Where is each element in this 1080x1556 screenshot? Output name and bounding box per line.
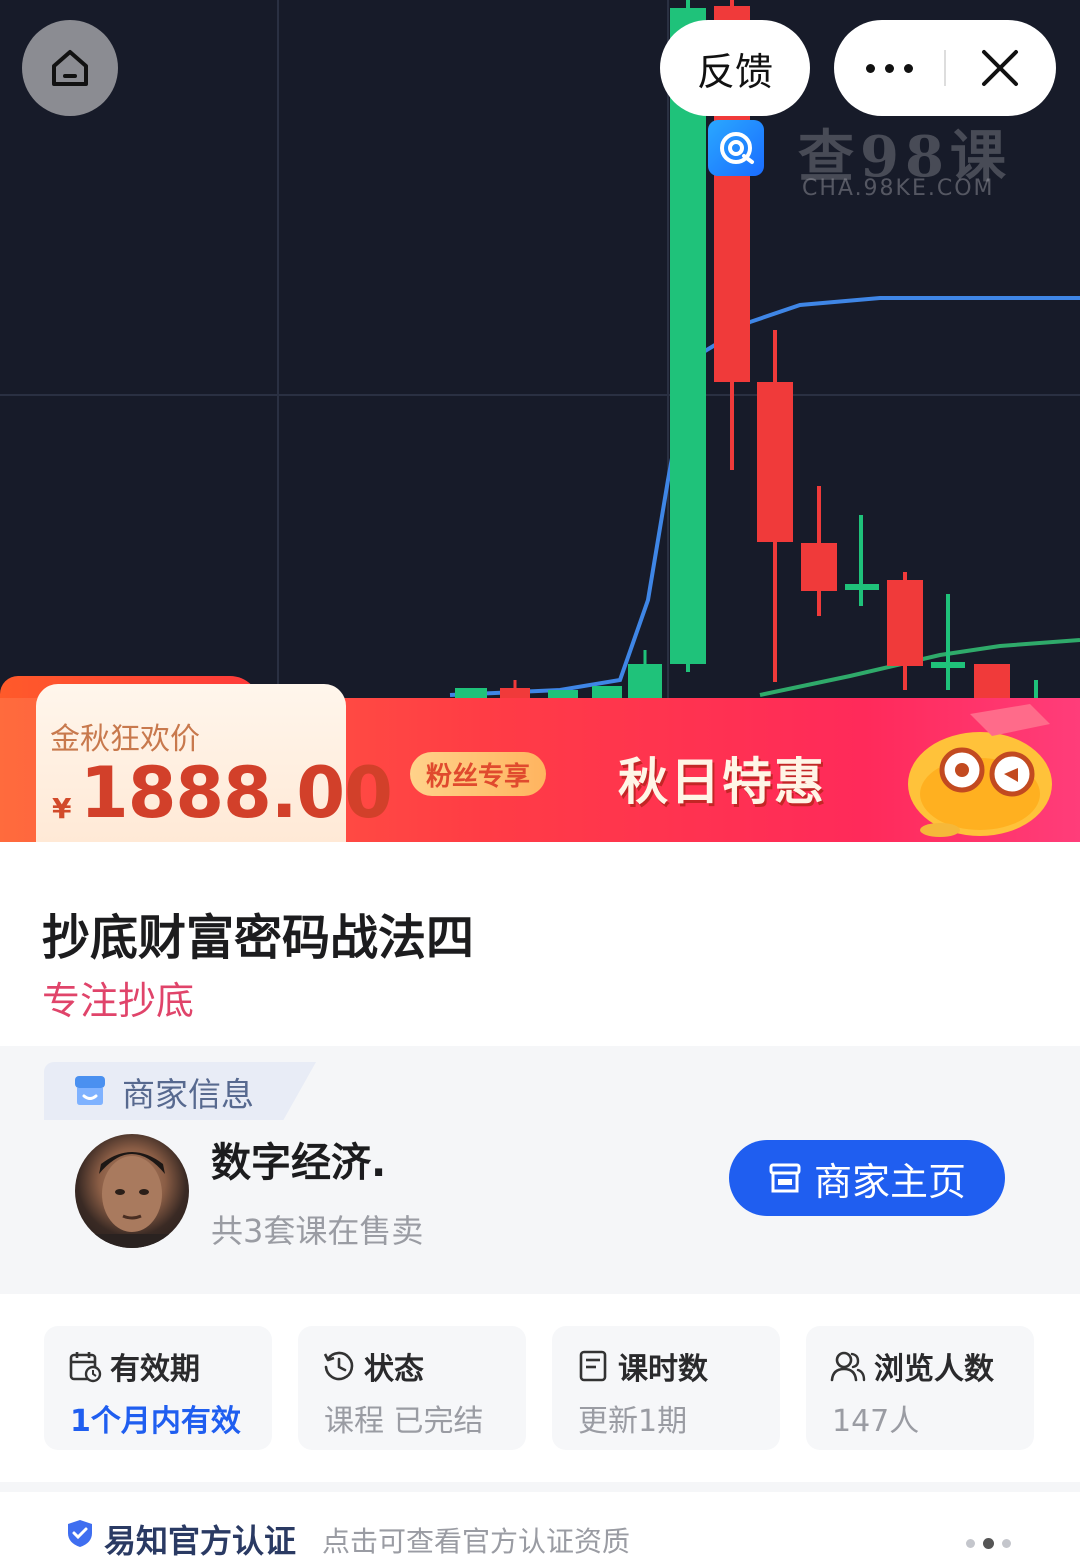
course-cover-image: 反馈 查98课 CHA.98KE.COM	[0, 0, 1080, 700]
calendar-clock-icon	[69, 1352, 102, 1383]
stat-validity: 有效期 1个月内有效	[44, 1326, 272, 1450]
more-dot	[865, 63, 875, 73]
close-icon	[982, 50, 1018, 86]
stat-viewers: 浏览人数 147人	[806, 1326, 1034, 1450]
pagination-dot	[1002, 1539, 1011, 1548]
official-certification-bar[interactable]: 易知官方认证 点击可查看官方认证资质	[0, 1482, 1080, 1556]
promo-title: 秋日特惠	[618, 753, 826, 811]
avatar-face-image	[75, 1152, 189, 1248]
stat-value: 课程 已完结	[324, 1404, 484, 1439]
home-button[interactable]	[22, 20, 118, 116]
certification-title: 易知官方认证	[104, 1522, 297, 1556]
shield-check-icon	[68, 1520, 92, 1547]
stat-label: 有效期	[110, 1352, 200, 1387]
course-stats: 有效期 1个月内有效 状态 课程 已完结 课时数 更新1期 浏览人数 147人	[0, 1296, 1080, 1480]
stat-lessons: 课时数 更新1期	[552, 1326, 780, 1450]
merchant-course-count: 共3套课在售卖	[211, 1212, 424, 1250]
candle	[845, 584, 879, 590]
feedback-button[interactable]: 反馈	[660, 20, 810, 116]
store-icon	[75, 1076, 105, 1105]
stat-label: 浏览人数	[874, 1352, 994, 1387]
merchant-name[interactable]: 数字经济.	[211, 1130, 386, 1188]
candle	[931, 662, 965, 668]
stat-label: 状态	[364, 1352, 424, 1387]
close-button[interactable]	[946, 20, 1054, 116]
candle	[801, 543, 837, 591]
history-icon	[323, 1351, 354, 1381]
home-icon	[52, 50, 88, 86]
users-icon	[830, 1351, 866, 1382]
more-dot	[903, 63, 913, 73]
merchant-section-label: 商家信息	[122, 1075, 254, 1114]
document-icon	[579, 1350, 607, 1382]
candle	[757, 382, 793, 542]
stat-value: 1个月内有效	[70, 1404, 241, 1439]
more-dot	[884, 63, 894, 73]
stat-value: 更新1期	[578, 1404, 688, 1439]
merchant-avatar[interactable]	[75, 1134, 189, 1248]
certification-description: 点击可查看官方认证资质	[322, 1525, 631, 1556]
pagination-dots	[966, 1538, 1011, 1549]
miniprogram-capsule	[834, 20, 1056, 116]
price-value: 1888.00	[80, 752, 393, 834]
candle	[887, 580, 923, 666]
merchant-homepage-label: 商家主页	[813, 1159, 966, 1204]
pagination-dot-active	[983, 1538, 994, 1549]
currency-symbol: ¥	[52, 792, 72, 825]
merchant-homepage-button[interactable]: 商家主页	[729, 1140, 1005, 1216]
merchant-section: 商家信息 数字经济. 共3套课在售卖 商家主页	[0, 1046, 1080, 1294]
promo-banner: 金秋狂欢价 ¥ 1888.00 粉丝专享 秋日特惠	[0, 676, 1080, 842]
watermark-url: CHA.98KE.COM	[802, 176, 995, 201]
stat-value: 147人	[832, 1404, 920, 1439]
course-title: 抄底财富密码战法四	[42, 910, 475, 966]
stat-status: 状态 课程 已完结	[298, 1326, 526, 1450]
stat-label: 课时数	[618, 1352, 708, 1387]
watermark-logo-icon	[708, 120, 764, 176]
owl-mascot-icon	[908, 704, 1052, 837]
pagination-dot	[966, 1539, 975, 1548]
fans-exclusive-badge: 粉丝专享	[410, 752, 547, 796]
more-button[interactable]	[834, 20, 944, 116]
course-subtitle: 专注抄底	[42, 979, 195, 1023]
shop-icon	[769, 1163, 801, 1193]
